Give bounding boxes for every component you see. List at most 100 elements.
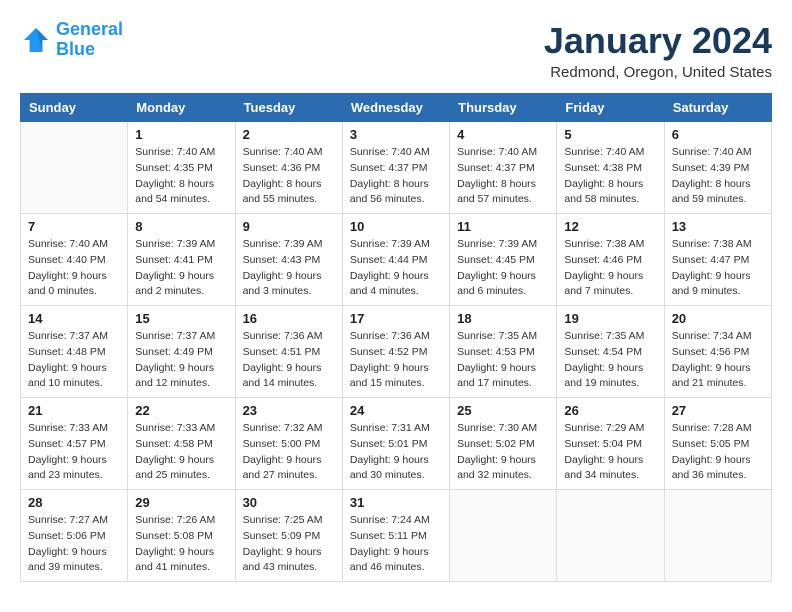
weekday-header-tuesday: Tuesday xyxy=(235,94,342,122)
day-info: Sunrise: 7:39 AM Sunset: 4:43 PM Dayligh… xyxy=(243,237,335,300)
calendar-cell: 27Sunrise: 7:28 AM Sunset: 5:05 PM Dayli… xyxy=(664,398,771,490)
day-info: Sunrise: 7:32 AM Sunset: 5:00 PM Dayligh… xyxy=(243,421,335,484)
day-info: Sunrise: 7:31 AM Sunset: 5:01 PM Dayligh… xyxy=(350,421,442,484)
day-info: Sunrise: 7:40 AM Sunset: 4:38 PM Dayligh… xyxy=(564,145,656,208)
calendar-cell: 13Sunrise: 7:38 AM Sunset: 4:47 PM Dayli… xyxy=(664,214,771,306)
day-info: Sunrise: 7:40 AM Sunset: 4:36 PM Dayligh… xyxy=(243,145,335,208)
day-number: 26 xyxy=(564,403,656,418)
day-info: Sunrise: 7:30 AM Sunset: 5:02 PM Dayligh… xyxy=(457,421,549,484)
day-info: Sunrise: 7:29 AM Sunset: 5:04 PM Dayligh… xyxy=(564,421,656,484)
calendar-cell: 5 Sunrise: 7:40 AM Sunset: 4:38 PM Daylig… xyxy=(557,122,664,214)
calendar-cell: 7 Sunrise: 7:40 AM Sunset: 4:40 PM Daylig… xyxy=(21,214,128,306)
day-number: 12 xyxy=(564,219,656,234)
logo-line1: General xyxy=(56,19,123,39)
weekday-header-sunday: Sunday xyxy=(21,94,128,122)
calendar-cell: 2 Sunrise: 7:40 AM Sunset: 4:36 PM Daylig… xyxy=(235,122,342,214)
day-info: Sunrise: 7:37 AM Sunset: 4:48 PM Dayligh… xyxy=(28,329,120,392)
calendar-cell: 28 Sunrise: 7:27 AM Sunset: 5:06 PM Dayli… xyxy=(21,490,128,582)
calendar-cell: 20Sunrise: 7:34 AM Sunset: 4:56 PM Dayli… xyxy=(664,306,771,398)
day-number: 17 xyxy=(350,311,442,326)
logo: General Blue xyxy=(20,20,123,60)
day-number: 7 xyxy=(28,219,120,234)
calendar-title: January 2024 xyxy=(544,20,772,62)
week-row-4: 21 Sunrise: 7:33 AM Sunset: 4:57 PM Dayli… xyxy=(21,398,772,490)
calendar-cell: 9 Sunrise: 7:39 AM Sunset: 4:43 PM Daylig… xyxy=(235,214,342,306)
calendar-subtitle: Redmond, Oregon, United States xyxy=(544,64,772,81)
day-info: Sunrise: 7:36 AM Sunset: 4:52 PM Dayligh… xyxy=(350,329,442,392)
day-info: Sunrise: 7:33 AM Sunset: 4:58 PM Dayligh… xyxy=(135,421,227,484)
day-number: 23 xyxy=(243,403,335,418)
day-number: 18 xyxy=(457,311,549,326)
calendar-cell: 11Sunrise: 7:39 AM Sunset: 4:45 PM Dayli… xyxy=(450,214,557,306)
logo-text: General Blue xyxy=(56,20,123,60)
day-info: Sunrise: 7:39 AM Sunset: 4:44 PM Dayligh… xyxy=(350,237,442,300)
weekday-header-wednesday: Wednesday xyxy=(342,94,449,122)
day-info: Sunrise: 7:40 AM Sunset: 4:35 PM Dayligh… xyxy=(135,145,227,208)
day-number: 8 xyxy=(135,219,227,234)
weekday-header-friday: Friday xyxy=(557,94,664,122)
day-info: Sunrise: 7:35 AM Sunset: 4:53 PM Dayligh… xyxy=(457,329,549,392)
logo-icon xyxy=(20,24,52,56)
calendar-cell: 4 Sunrise: 7:40 AM Sunset: 4:37 PM Daylig… xyxy=(450,122,557,214)
calendar-cell: 14 Sunrise: 7:37 AM Sunset: 4:48 PM Dayli… xyxy=(21,306,128,398)
header: General Blue January 2024 Redmond, Orego… xyxy=(20,20,772,81)
day-info: Sunrise: 7:34 AM Sunset: 4:56 PM Dayligh… xyxy=(672,329,764,392)
calendar-cell: 19Sunrise: 7:35 AM Sunset: 4:54 PM Dayli… xyxy=(557,306,664,398)
calendar-cell: 3Sunrise: 7:40 AM Sunset: 4:37 PM Daylig… xyxy=(342,122,449,214)
day-number: 25 xyxy=(457,403,549,418)
week-row-1: 1Sunrise: 7:40 AM Sunset: 4:35 PM Daylig… xyxy=(21,122,772,214)
day-number: 2 xyxy=(243,127,335,142)
day-info: Sunrise: 7:27 AM Sunset: 5:06 PM Dayligh… xyxy=(28,513,120,576)
day-info: Sunrise: 7:24 AM Sunset: 5:11 PM Dayligh… xyxy=(350,513,442,576)
calendar-cell: 6Sunrise: 7:40 AM Sunset: 4:39 PM Daylig… xyxy=(664,122,771,214)
day-number: 10 xyxy=(350,219,442,234)
weekday-header-saturday: Saturday xyxy=(664,94,771,122)
calendar-cell: 16 Sunrise: 7:36 AM Sunset: 4:51 PM Dayli… xyxy=(235,306,342,398)
calendar-cell xyxy=(21,122,128,214)
calendar-cell: 12 Sunrise: 7:38 AM Sunset: 4:46 PM Dayli… xyxy=(557,214,664,306)
calendar-cell: 22 Sunrise: 7:33 AM Sunset: 4:58 PM Dayli… xyxy=(128,398,235,490)
logo-line2: Blue xyxy=(56,39,95,59)
day-number: 19 xyxy=(564,311,656,326)
day-number: 4 xyxy=(457,127,549,142)
calendar-cell: 29Sunrise: 7:26 AM Sunset: 5:08 PM Dayli… xyxy=(128,490,235,582)
day-info: Sunrise: 7:33 AM Sunset: 4:57 PM Dayligh… xyxy=(28,421,120,484)
day-info: Sunrise: 7:40 AM Sunset: 4:37 PM Dayligh… xyxy=(457,145,549,208)
calendar-cell: 24 Sunrise: 7:31 AM Sunset: 5:01 PM Dayli… xyxy=(342,398,449,490)
day-info: Sunrise: 7:37 AM Sunset: 4:49 PM Dayligh… xyxy=(135,329,227,392)
day-number: 28 xyxy=(28,495,120,510)
calendar-table: SundayMondayTuesdayWednesdayThursdayFrid… xyxy=(20,93,772,582)
week-row-5: 28 Sunrise: 7:27 AM Sunset: 5:06 PM Dayli… xyxy=(21,490,772,582)
calendar-cell: 26 Sunrise: 7:29 AM Sunset: 5:04 PM Dayli… xyxy=(557,398,664,490)
day-info: Sunrise: 7:40 AM Sunset: 4:37 PM Dayligh… xyxy=(350,145,442,208)
calendar-cell: 15 Sunrise: 7:37 AM Sunset: 4:49 PM Dayli… xyxy=(128,306,235,398)
day-number: 16 xyxy=(243,311,335,326)
day-number: 24 xyxy=(350,403,442,418)
weekday-header-thursday: Thursday xyxy=(450,94,557,122)
day-number: 22 xyxy=(135,403,227,418)
day-number: 29 xyxy=(135,495,227,510)
title-section: January 2024 Redmond, Oregon, United Sta… xyxy=(544,20,772,81)
calendar-cell xyxy=(450,490,557,582)
week-row-2: 7 Sunrise: 7:40 AM Sunset: 4:40 PM Daylig… xyxy=(21,214,772,306)
day-number: 14 xyxy=(28,311,120,326)
day-number: 11 xyxy=(457,219,549,234)
day-number: 5 xyxy=(564,127,656,142)
calendar-cell: 10 Sunrise: 7:39 AM Sunset: 4:44 PM Dayli… xyxy=(342,214,449,306)
weekday-header-row: SundayMondayTuesdayWednesdayThursdayFrid… xyxy=(21,94,772,122)
day-number: 9 xyxy=(243,219,335,234)
day-info: Sunrise: 7:39 AM Sunset: 4:41 PM Dayligh… xyxy=(135,237,227,300)
day-info: Sunrise: 7:38 AM Sunset: 4:46 PM Dayligh… xyxy=(564,237,656,300)
day-info: Sunrise: 7:25 AM Sunset: 5:09 PM Dayligh… xyxy=(243,513,335,576)
calendar-cell: 21 Sunrise: 7:33 AM Sunset: 4:57 PM Dayli… xyxy=(21,398,128,490)
calendar-cell: 1Sunrise: 7:40 AM Sunset: 4:35 PM Daylig… xyxy=(128,122,235,214)
day-number: 15 xyxy=(135,311,227,326)
day-info: Sunrise: 7:40 AM Sunset: 4:40 PM Dayligh… xyxy=(28,237,120,300)
day-number: 30 xyxy=(243,495,335,510)
day-info: Sunrise: 7:28 AM Sunset: 5:05 PM Dayligh… xyxy=(672,421,764,484)
calendar-cell: 23 Sunrise: 7:32 AM Sunset: 5:00 PM Dayli… xyxy=(235,398,342,490)
day-number: 21 xyxy=(28,403,120,418)
day-info: Sunrise: 7:36 AM Sunset: 4:51 PM Dayligh… xyxy=(243,329,335,392)
page-container: General Blue January 2024 Redmond, Orego… xyxy=(20,20,772,582)
calendar-cell: 25 Sunrise: 7:30 AM Sunset: 5:02 PM Dayli… xyxy=(450,398,557,490)
